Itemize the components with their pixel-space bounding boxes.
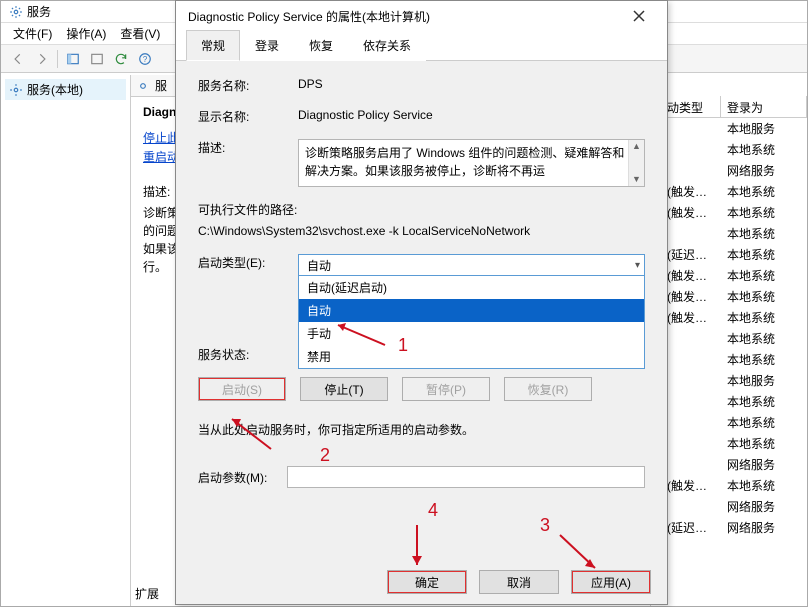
back-button[interactable] [7,48,29,70]
label-start-params: 启动参数(M): [198,469,267,486]
table-row[interactable]: 动本地系统 [649,349,807,370]
startup-type-select[interactable]: 自动 ▾ 自动(延迟启动) 自动 手动 禁用 [298,254,645,276]
ok-button[interactable]: 确定 [387,570,467,594]
table-row[interactable]: 动(触发…本地系统 [649,475,807,496]
table-row[interactable]: 动网络服务 [649,160,807,181]
tab-logon[interactable]: 登录 [240,30,294,61]
table-row[interactable]: 动本地系统 [649,328,807,349]
dialog-titlebar[interactable]: Diagnostic Policy Service 的属性(本地计算机) [176,1,667,31]
chevron-down-icon: ▾ [635,260,640,271]
dialog-tabs: 常规 登录 恢复 依存关系 [176,31,667,61]
menu-action[interactable]: 操作(A) [66,25,106,42]
table-row[interactable]: 动(延迟…网络服务 [649,517,807,538]
center-toolbar-label: 服 [155,77,167,94]
table-row[interactable]: 动网络服务 [649,454,807,475]
startup-type-dropdown: 自动(延迟启动) 自动 手动 禁用 [298,276,645,369]
label-display-name: 显示名称: [198,108,298,125]
center-gear-icon [131,79,155,93]
tab-general[interactable]: 常规 [186,30,240,61]
table-row[interactable]: 动本地服务 [649,370,807,391]
tree-item-label: 服务(本地) [27,81,83,98]
label-exe-path: 可执行文件的路径: [198,201,645,218]
toolbar-panel-icon[interactable] [62,48,84,70]
value-exe-path: C:\Windows\System32\svchost.exe -k Local… [198,224,645,238]
table-row[interactable]: 动本地系统 [649,391,807,412]
toolbar-detail-icon[interactable] [86,48,108,70]
table-row[interactable]: 动本地系统 [649,412,807,433]
service-properties-dialog: Diagnostic Policy Service 的属性(本地计算机) 常规 … [175,0,668,605]
svg-text:?: ? [143,54,148,63]
table-row[interactable]: 动(触发…本地系统 [649,265,807,286]
description-text: 诊断策略服务启用了 Windows 组件的问题检测、疑难解答和解决方案。如果该服… [305,146,624,178]
toolbar-refresh-icon[interactable] [110,48,132,70]
option-auto-delayed[interactable]: 自动(延迟启动) [299,276,644,299]
dialog-footer: 确定 取消 应用(A) [387,570,651,594]
option-manual[interactable]: 手动 [299,322,644,345]
value-service-name: DPS [298,77,645,91]
start-params-input[interactable] [287,466,645,488]
stop-button[interactable]: 停止(T) [300,377,388,401]
label-service-name: 服务名称: [198,77,298,94]
toolbar-help-icon[interactable]: ? [134,48,156,70]
mmc-title-text: 服务 [27,3,51,20]
pause-button[interactable]: 暂停(P) [402,377,490,401]
col-logon-as[interactable]: 登录为 [721,96,807,117]
apply-button[interactable]: 应用(A) [571,570,651,594]
expand-tab[interactable]: 扩展 [135,585,159,602]
resume-button[interactable]: 恢复(R) [504,377,592,401]
forward-button[interactable] [31,48,53,70]
table-row[interactable]: 动本地系统 [649,433,807,454]
tree-item-local-services[interactable]: 服务(本地) [5,79,126,100]
description-box[interactable]: 诊断策略服务启用了 Windows 组件的问题检测、疑难解答和解决方案。如果该服… [298,139,645,187]
value-display-name: Diagnostic Policy Service [298,108,645,122]
services-list-right: 启动类型 登录为 动本地服务动本地系统动网络服务动(触发…本地系统动(触发…本地… [649,96,807,538]
table-row[interactable]: 动(触发…本地系统 [649,202,807,223]
scroll-down-icon[interactable]: ▼ [632,173,641,187]
tab-recovery[interactable]: 恢复 [294,30,348,61]
table-row[interactable]: 动本地系统 [649,139,807,160]
table-row[interactable]: 动本地系统 [649,223,807,244]
label-service-status: 服务状态: [198,346,298,363]
table-row[interactable]: 动(触发…本地系统 [649,181,807,202]
services-icon [9,5,23,19]
list-header: 启动类型 登录为 [649,96,807,118]
tab-dependencies[interactable]: 依存关系 [348,30,426,61]
table-row[interactable]: 动网络服务 [649,496,807,517]
dialog-body: 服务名称: DPS 显示名称: Diagnostic Policy Servic… [176,61,667,506]
dialog-title-text: Diagnostic Policy Service 的属性(本地计算机) [188,8,430,25]
startup-selected-value: 自动 [307,257,331,274]
scroll-up-icon[interactable]: ▲ [632,140,641,154]
menu-view[interactable]: 查看(V) [120,25,160,42]
option-disabled[interactable]: 禁用 [299,345,644,368]
table-row[interactable]: 动(触发…本地系统 [649,307,807,328]
service-control-buttons: 启动(S) 停止(T) 暂停(P) 恢复(R) [198,377,645,401]
label-description: 描述: [198,139,298,156]
toolbar-separator [57,50,58,68]
cancel-button[interactable]: 取消 [479,570,559,594]
option-auto[interactable]: 自动 [299,299,644,322]
description-scrollbar[interactable]: ▲▼ [628,140,644,186]
start-param-hint: 当从此处启动服务时，你可指定所适用的启动参数。 [198,421,645,438]
table-row[interactable]: 动本地服务 [649,118,807,139]
label-startup-type: 启动类型(E): [198,254,298,271]
list-rows: 动本地服务动本地系统动网络服务动(触发…本地系统动(触发…本地系统动本地系统动(… [649,118,807,538]
gear-icon [9,83,23,97]
mmc-tree-pane: 服务(本地) [1,75,131,606]
close-button[interactable] [619,2,659,30]
table-row[interactable]: 动(触发…本地系统 [649,286,807,307]
start-button[interactable]: 启动(S) [198,377,286,401]
table-row[interactable]: 动(延迟…本地系统 [649,244,807,265]
menu-file[interactable]: 文件(F) [13,25,52,42]
